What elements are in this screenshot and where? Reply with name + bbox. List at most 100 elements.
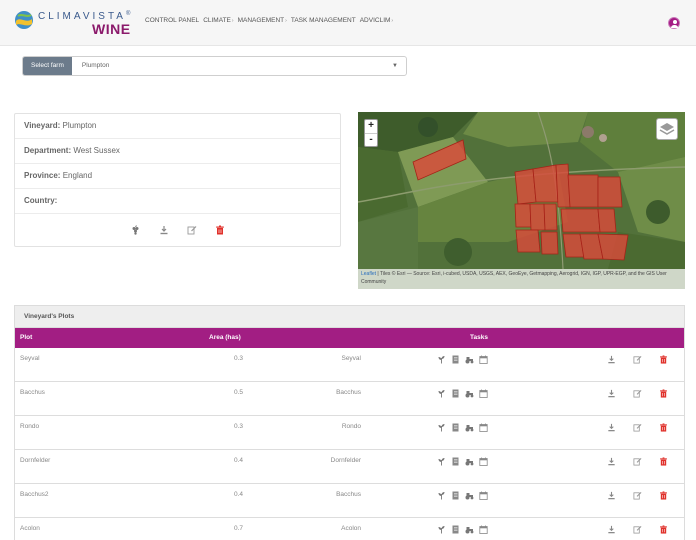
plot-actions xyxy=(607,389,668,398)
table-row: Dornfelder 0.4 Dornfelder xyxy=(15,450,684,484)
calendar-icon[interactable] xyxy=(479,389,488,398)
calendar-icon[interactable] xyxy=(479,525,488,534)
notebook-icon[interactable] xyxy=(451,525,460,534)
plot-name: Bacchus2 xyxy=(20,491,49,498)
calendar-icon[interactable] xyxy=(479,457,488,466)
sprout-icon[interactable] xyxy=(437,355,446,364)
farm-select[interactable]: Select farm Plumpton ▼ xyxy=(22,56,407,76)
plot-actions xyxy=(607,355,668,364)
tractor-icon[interactable] xyxy=(465,355,474,364)
edit-icon[interactable] xyxy=(633,389,642,398)
delete-icon[interactable] xyxy=(215,225,225,235)
map-zoom-control: + - xyxy=(364,119,378,147)
tractor-icon[interactable] xyxy=(465,525,474,534)
plot-area: 0.3 xyxy=(233,355,243,362)
download-icon[interactable] xyxy=(607,491,616,500)
tractor-icon[interactable] xyxy=(465,389,474,398)
sprout-icon[interactable] xyxy=(437,389,446,398)
delete-icon[interactable] xyxy=(659,389,668,398)
zoom-out-button[interactable]: - xyxy=(365,133,377,146)
plot-name: Acolon xyxy=(20,525,40,532)
plot-task-icons xyxy=(437,389,488,398)
farm-select-value[interactable]: Plumpton xyxy=(72,57,392,75)
plot-task-icons xyxy=(437,423,488,432)
plot-name: Bacchus xyxy=(20,389,45,396)
logo-text-wine: WINE xyxy=(92,21,131,37)
table-row: Rondo 0.3 Rondo xyxy=(15,416,684,450)
plot-task-icons xyxy=(437,457,488,466)
layers-icon[interactable] xyxy=(656,118,678,140)
plot-variety: Acolon xyxy=(341,525,361,532)
plot-actions xyxy=(607,491,668,500)
zoom-in-button[interactable]: + xyxy=(365,120,377,133)
edit-icon[interactable] xyxy=(633,457,642,466)
sprout-icon[interactable] xyxy=(437,525,446,534)
notebook-icon[interactable] xyxy=(451,389,460,398)
nav-climate[interactable]: CLIMATE› xyxy=(203,17,233,24)
nav-task-management[interactable]: TASK MANAGEMENT xyxy=(291,17,356,24)
column-header-tasks: Tasks xyxy=(470,334,488,341)
plot-name: Rondo xyxy=(20,423,40,430)
sprout-icon[interactable] xyxy=(437,457,446,466)
edit-icon[interactable] xyxy=(187,225,197,235)
plots-table-header: Plot Area (has) Tasks xyxy=(15,328,684,348)
chevron-down-icon[interactable]: ▼ xyxy=(392,57,406,75)
notebook-icon[interactable] xyxy=(451,491,460,500)
calendar-icon[interactable] xyxy=(479,355,488,364)
plots-table-body: Seyval 0.3 Seyval Bacchus 0.5 Bacchus Rondo 0.3… xyxy=(15,348,684,540)
plot-area: 0.7 xyxy=(233,525,243,532)
grape-icon[interactable] xyxy=(131,225,141,235)
leaflet-link[interactable]: Leaflet xyxy=(361,271,376,277)
download-icon[interactable] xyxy=(607,355,616,364)
plot-area: 0.5 xyxy=(233,389,243,396)
vineyard-actions xyxy=(15,219,340,241)
download-icon[interactable] xyxy=(607,423,616,432)
chevron-right-icon: › xyxy=(391,18,394,24)
vineyard-map[interactable]: + - Leaflet | Tiles © Esri — Source: Esr… xyxy=(358,112,685,289)
calendar-icon[interactable] xyxy=(479,423,488,432)
edit-icon[interactable] xyxy=(633,423,642,432)
download-icon[interactable] xyxy=(607,389,616,398)
tractor-icon[interactable] xyxy=(465,491,474,500)
nav-adviclim[interactable]: ADVICLIM› xyxy=(360,17,393,24)
sprout-icon[interactable] xyxy=(437,491,446,500)
climavista-logo[interactable]: CLIMAVISTA® WINE xyxy=(14,7,134,39)
user-circle-icon[interactable] xyxy=(668,17,680,29)
delete-icon[interactable] xyxy=(659,525,668,534)
tractor-icon[interactable] xyxy=(465,423,474,432)
plot-actions xyxy=(607,457,668,466)
notebook-icon[interactable] xyxy=(451,457,460,466)
notebook-icon[interactable] xyxy=(451,423,460,432)
download-icon[interactable] xyxy=(607,525,616,534)
column-header-area: Area (has) xyxy=(209,334,241,341)
delete-icon[interactable] xyxy=(659,355,668,364)
plot-variety: Dornfelder xyxy=(330,457,361,464)
plot-name: Dornfelder xyxy=(20,457,51,464)
nav-management[interactable]: MANAGEMENT› xyxy=(238,17,287,24)
tractor-icon[interactable] xyxy=(465,457,474,466)
plot-actions xyxy=(607,525,668,534)
delete-icon[interactable] xyxy=(659,457,668,466)
plot-variety: Bacchus xyxy=(336,389,361,396)
calendar-icon[interactable] xyxy=(479,491,488,500)
edit-icon[interactable] xyxy=(633,491,642,500)
vineyard-info-card: Vineyard: Plumpton Department: West Suss… xyxy=(14,113,341,247)
department-row: Department: West Sussex xyxy=(15,139,340,164)
nav-control-panel[interactable]: CONTROL PANEL xyxy=(145,17,199,24)
table-row: Bacchus 0.5 Bacchus xyxy=(15,382,684,416)
download-icon[interactable] xyxy=(607,457,616,466)
vineyard-name-row: Vineyard: Plumpton xyxy=(15,114,340,139)
plot-area: 0.4 xyxy=(233,457,243,464)
edit-icon[interactable] xyxy=(633,355,642,364)
edit-icon[interactable] xyxy=(633,525,642,534)
notebook-icon[interactable] xyxy=(451,355,460,364)
plot-area: 0.3 xyxy=(233,423,243,430)
plot-variety: Seyval xyxy=(341,355,361,362)
plot-area: 0.4 xyxy=(233,491,243,498)
sprout-icon[interactable] xyxy=(437,423,446,432)
download-icon[interactable] xyxy=(159,225,169,235)
delete-icon[interactable] xyxy=(659,423,668,432)
delete-icon[interactable] xyxy=(659,491,668,500)
satellite-map-image[interactable] xyxy=(358,112,685,289)
plot-name: Seyval xyxy=(20,355,40,362)
